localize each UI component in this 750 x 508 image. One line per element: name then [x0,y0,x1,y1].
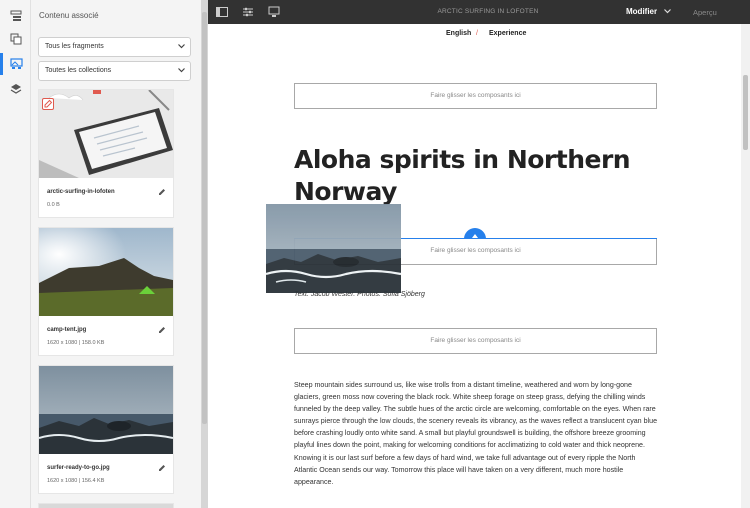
asset-name: surfer-ready-to-go.jpg [47,465,110,471]
page-heading[interactable]: Aloha spirits in Northern Norway [294,144,654,208]
assets-icon[interactable] [0,53,25,75]
asset-thumbnail [39,90,173,178]
asset-card[interactable]: arctic-surfing-in-lofoten 0.0 B [38,89,174,218]
section-link[interactable]: Experience [489,30,526,37]
edit-badge-icon [42,98,54,110]
mode-selector[interactable]: Modifier [626,7,657,16]
chevron-down-icon [178,44,185,49]
page-properties-icon[interactable] [242,6,254,18]
editor-toolbar: ARCTIC SURFING IN LOFOTEN Modifier Aperç… [208,0,750,24]
dragged-asset-preview [266,204,401,293]
components-icon[interactable] [7,30,25,48]
fragment-badge-icon [93,90,101,94]
pencil-icon[interactable] [158,326,166,334]
asset-card[interactable] [38,503,174,508]
side-rail [0,0,31,508]
fragments-filter-select[interactable]: Tous les fragments [38,37,191,57]
fragments-filter-value: Tous les fragments [45,43,104,50]
component-dropzone[interactable]: Faire glisser les composants ici [294,328,657,354]
page-tree-icon[interactable] [7,7,25,25]
asset-card[interactable]: camp-tent.jpg 1620 x 1080 | 158.0 KB [38,227,174,356]
asset-list: arctic-surfing-in-lofoten 0.0 B camp-ten… [38,89,184,508]
asset-card[interactable]: surfer-ready-to-go.jpg 1620 x 1080 | 156… [38,365,174,494]
toggle-side-panel-icon[interactable] [216,6,228,18]
canvas-scrollbar[interactable] [743,75,748,150]
pencil-icon[interactable] [158,188,166,196]
breadcrumb-separator: / [476,30,478,37]
collections-filter-value: Toutes les collections [45,67,112,74]
asset-meta: 1620 x 1080 | 156.4 KB [47,478,105,484]
layers-icon[interactable] [7,80,25,98]
collections-filter-select[interactable]: Toutes les collections [38,61,191,81]
component-dropzone[interactable]: Faire glisser les composants ici [294,83,657,109]
asset-name: camp-tent.jpg [47,327,87,333]
asset-meta: 1620 x 1080 | 158.0 KB [47,340,105,346]
assets-panel: Contenu associé Tous les fragments Toute… [31,0,220,508]
asset-thumbnail [39,228,173,316]
chevron-down-icon [178,68,185,73]
preview-button[interactable]: Aperçu [693,8,717,17]
pencil-icon[interactable] [158,464,166,472]
panel-scrollbar[interactable] [202,12,207,424]
chevron-down-icon[interactable] [664,9,671,14]
language-link[interactable]: English [446,30,471,37]
arrow-up-icon [472,234,478,238]
asset-name: arctic-surfing-in-lofoten [47,189,115,195]
panel-title: Contenu associé [39,11,99,20]
asset-meta: 0.0 B [47,202,60,208]
body-paragraph[interactable]: Steep mountain sides surround us, like w… [294,379,659,488]
page-title: ARCTIC SURFING IN LOFOTEN [437,8,539,15]
asset-thumbnail [39,366,173,454]
drop-target-handle[interactable] [464,228,486,239]
emulator-icon[interactable] [268,6,280,18]
